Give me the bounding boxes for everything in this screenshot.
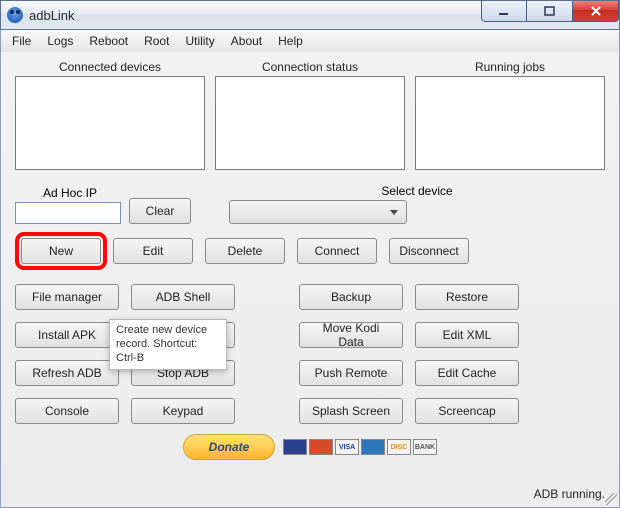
donate-button[interactable]: Donate [183, 434, 275, 460]
edit-xml-button[interactable]: Edit XML [415, 322, 519, 348]
menu-utility[interactable]: Utility [177, 32, 222, 50]
running-jobs-label: Running jobs [475, 60, 545, 74]
new-button[interactable]: New [21, 238, 101, 264]
main-button-grid: File manager ADB Shell Backup Restore In… [15, 284, 605, 428]
grid-gap [247, 398, 287, 428]
menu-help[interactable]: Help [270, 32, 311, 50]
minimize-button[interactable] [481, 1, 527, 22]
connection-status-list[interactable] [215, 76, 405, 170]
window-title: adbLink [29, 8, 75, 23]
window-buttons [481, 1, 619, 22]
edit-button[interactable]: Edit [113, 238, 193, 264]
connected-devices-label: Connected devices [59, 60, 161, 74]
menu-logs[interactable]: Logs [39, 32, 81, 50]
select-device-label: Select device [229, 184, 605, 198]
menu-file[interactable]: File [4, 32, 39, 50]
restore-button[interactable]: Restore [415, 284, 519, 310]
connection-status-section: Connection status [215, 60, 405, 170]
tooltip-new: Create new device record. Shortcut: Ctrl… [109, 319, 227, 370]
backup-button[interactable]: Backup [299, 284, 403, 310]
card-amex [361, 439, 385, 455]
grid-gap [247, 322, 287, 352]
payment-cards: VISA DISCBANK [283, 439, 437, 455]
crud-row: New Edit Delete Connect Disconnect [15, 238, 605, 264]
keypad-button[interactable]: Keypad [131, 398, 235, 424]
minimize-icon [498, 5, 510, 17]
grid-gap [247, 360, 287, 390]
status-text: ADB running. [534, 487, 605, 501]
card-mc2 [309, 439, 333, 455]
select-device-dropdown[interactable] [229, 200, 407, 224]
grid-gap [247, 284, 287, 314]
adb-shell-button[interactable]: ADB Shell [131, 284, 235, 310]
maximize-button[interactable] [527, 1, 573, 22]
menu-reboot[interactable]: Reboot [81, 32, 136, 50]
push-remote-button[interactable]: Push Remote [299, 360, 403, 386]
menu-about[interactable]: About [223, 32, 270, 50]
close-button[interactable] [573, 1, 619, 22]
move-kodi-button[interactable]: Move Kodi Data [299, 322, 403, 348]
console-button[interactable]: Console [15, 398, 119, 424]
adhoc-col: Ad Hoc IP [15, 186, 121, 224]
connection-status-label: Connection status [262, 60, 358, 74]
delete-button[interactable]: Delete [205, 238, 285, 264]
card-bank: BANK [413, 439, 437, 455]
running-jobs-section: Running jobs [415, 60, 605, 170]
adhoc-row: Ad Hoc IP Clear Select device [15, 184, 605, 224]
connected-devices-section: Connected devices [15, 60, 205, 170]
connected-devices-list[interactable] [15, 76, 205, 170]
titlebar: adbLink [0, 0, 620, 30]
refresh-adb-button[interactable]: Refresh ADB [15, 360, 119, 386]
card-mc1 [283, 439, 307, 455]
card-visa: VISA [335, 439, 359, 455]
maximize-icon [544, 5, 556, 17]
card-disc: DISC [387, 439, 411, 455]
select-device-col: Select device [229, 184, 605, 224]
edit-cache-button[interactable]: Edit Cache [415, 360, 519, 386]
install-apk-button[interactable]: Install APK [15, 322, 119, 348]
connect-button[interactable]: Connect [297, 238, 377, 264]
menu-root[interactable]: Root [136, 32, 177, 50]
donate-row: Donate VISA DISCBANK [15, 434, 605, 460]
client-area: Connected devices Connection status Runn… [0, 52, 620, 508]
resize-grip-icon[interactable] [605, 493, 617, 505]
running-jobs-list[interactable] [415, 76, 605, 170]
adhoc-ip-input[interactable] [15, 202, 121, 224]
close-icon [590, 5, 602, 17]
top-section-row: Connected devices Connection status Runn… [15, 60, 605, 170]
app-icon [7, 7, 23, 23]
disconnect-button[interactable]: Disconnect [389, 238, 469, 264]
splash-screen-button[interactable]: Splash Screen [299, 398, 403, 424]
adhoc-label: Ad Hoc IP [43, 186, 121, 200]
file-manager-button[interactable]: File manager [15, 284, 119, 310]
menubar: File Logs Reboot Root Utility About Help [0, 30, 620, 52]
screencap-button[interactable]: Screencap [415, 398, 519, 424]
clear-button[interactable]: Clear [129, 198, 191, 224]
